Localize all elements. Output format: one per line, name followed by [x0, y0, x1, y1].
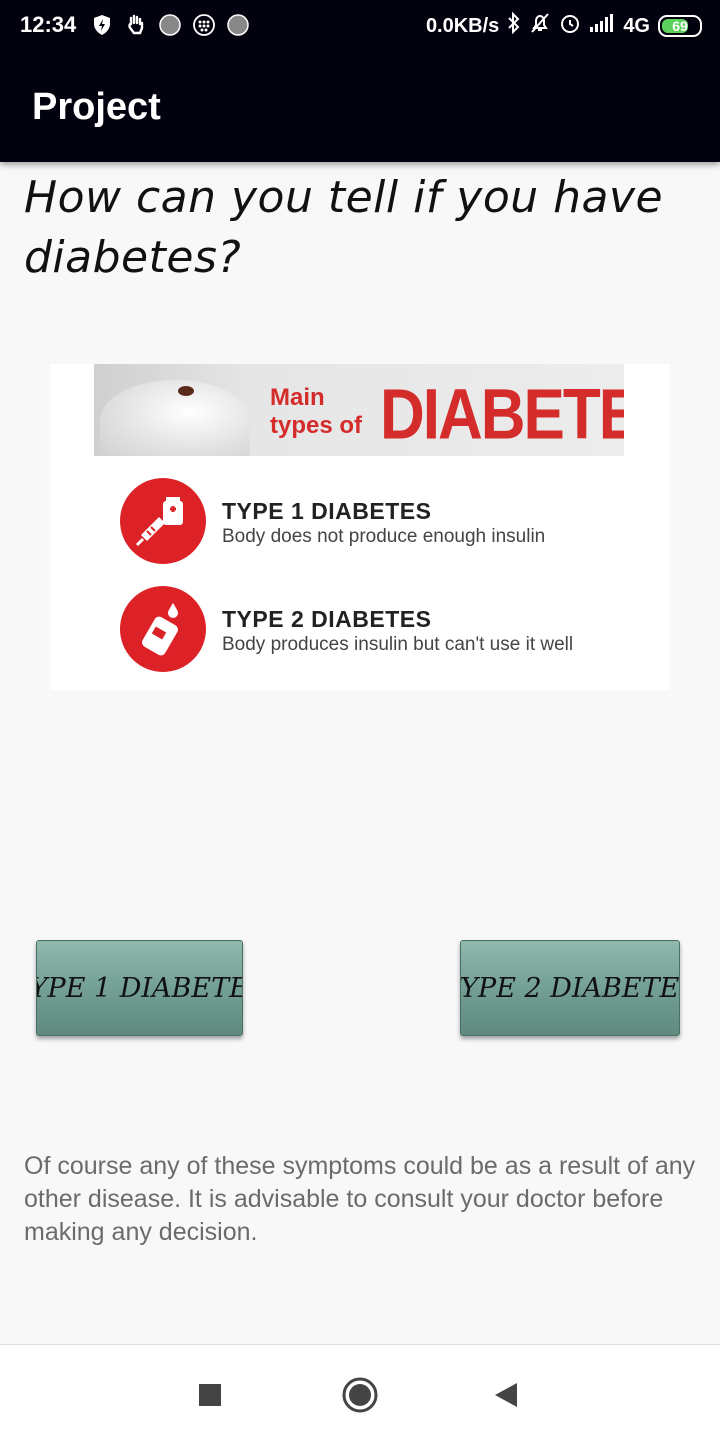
- disclaimer-text: Of course any of these symptoms could be…: [24, 1152, 696, 1246]
- glucose-meter-icon: [120, 586, 206, 672]
- app-icon-2: [226, 13, 250, 37]
- network-speed: 0.0KB/s: [425, 14, 500, 37]
- navigation-bar: [0, 1344, 720, 1440]
- type2-diabetes-button[interactable]: TYPE 2 DIABETES: [460, 940, 680, 1036]
- battery-level: 69: [672, 18, 688, 34]
- status-bar: 12:34 0.0KB/s 4G 69: [0, 0, 720, 52]
- app-icon-1: [158, 13, 182, 37]
- notification-icons: [90, 13, 250, 37]
- image-banner: Main types of DIABETES: [94, 364, 624, 456]
- type1-diabetes-button[interactable]: TYPE 1 DIABETES: [36, 940, 243, 1036]
- recents-icon[interactable]: [190, 1375, 230, 1415]
- syringe-icon: [120, 478, 206, 564]
- shield-icon: [90, 13, 114, 37]
- app-title: Project: [32, 86, 161, 128]
- hand-icon: [124, 13, 148, 37]
- status-time: 12:34: [20, 12, 77, 37]
- banner-title: DIABETES: [380, 375, 624, 455]
- blood-drop: [178, 386, 194, 396]
- app-bar: Project: [0, 52, 720, 162]
- battery-icon: 69: [658, 15, 702, 37]
- type1-title: TYPE 1 DIABETES: [222, 498, 432, 524]
- finger-illustration: [100, 380, 250, 456]
- type2-description: Body produces insulin but can't use it w…: [222, 634, 574, 655]
- alarm-icon: [559, 12, 581, 40]
- bell-off-icon: [529, 12, 551, 40]
- bluetooth-icon: [507, 11, 521, 40]
- network-type: 4G: [623, 14, 650, 37]
- back-icon[interactable]: [486, 1375, 526, 1415]
- question-heading: How can you tell if you have diabetes?: [24, 172, 664, 283]
- diabetes-types-image: Main types of DIABETES TYPE 1 DIABETES B…: [50, 364, 670, 690]
- type1-info-row: TYPE 1 DIABETES Body does not produce en…: [120, 478, 640, 568]
- type2-title: TYPE 2 DIABETES: [222, 606, 432, 632]
- grid-app-icon: [192, 13, 216, 37]
- home-icon[interactable]: [340, 1375, 380, 1415]
- system-status: 0.0KB/s 4G 69: [425, 11, 702, 40]
- banner-subtitle: Main types of: [270, 384, 363, 439]
- type1-description: Body does not produce enough insulin: [222, 526, 546, 547]
- signal-icon: [589, 13, 615, 39]
- type2-info-row: TYPE 2 DIABETES Body produces insulin bu…: [120, 586, 640, 676]
